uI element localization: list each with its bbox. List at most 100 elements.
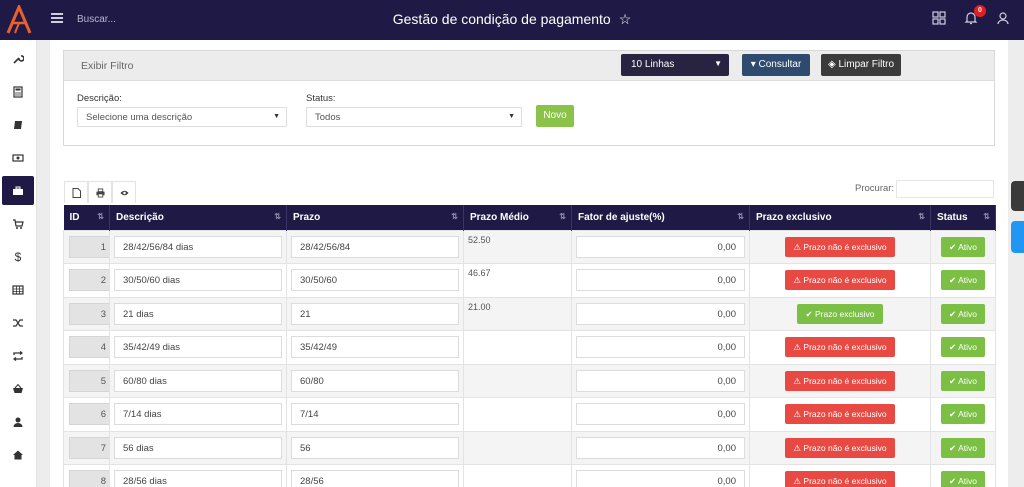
prazo-nao-exclusivo-badge[interactable]: ⚠ Prazo não é exclusivo: [785, 404, 895, 425]
descricao-field[interactable]: 28/42/56/84 dias: [114, 235, 282, 258]
prazo-field[interactable]: 28/56: [291, 470, 459, 487]
descricao-field[interactable]: 60/80 dias: [114, 369, 282, 392]
column-header-id[interactable]: ID ⇅: [63, 205, 110, 230]
prazo-nao-exclusivo-badge[interactable]: ⚠ Prazo não é exclusivo: [785, 437, 895, 458]
top-search-input[interactable]: Buscar...: [77, 14, 116, 25]
sidebar-item-shuffle[interactable]: [0, 308, 36, 337]
column-header-prazo-medio[interactable]: Prazo Médio ⇅: [463, 205, 572, 230]
cell-prazo: 30/50/60: [286, 263, 464, 298]
filter-header: Exibir Filtro 10 Linhas ▼ ▾ Consultar ◈ …: [64, 51, 994, 81]
sidebar-item-table[interactable]: [0, 275, 36, 304]
lines-per-page-select[interactable]: 10 Linhas ▼: [621, 54, 729, 76]
consultar-button[interactable]: ▾ Consultar: [742, 54, 810, 76]
app-logo[interactable]: [0, 0, 37, 40]
prazo-nao-exclusivo-badge[interactable]: ⚠ Prazo não é exclusivo: [785, 370, 895, 391]
sort-icon: ⇅: [918, 212, 925, 221]
column-header-status[interactable]: Status ⇅: [930, 205, 996, 230]
cell-status: ✔ Ativo: [930, 263, 996, 298]
fator-field[interactable]: 0,00: [576, 470, 745, 487]
grid-apps-icon[interactable]: [932, 11, 946, 25]
notification-bell-icon[interactable]: 0: [964, 5, 986, 25]
column-header-descricao[interactable]: Descrição ⇅: [109, 205, 287, 230]
fator-field[interactable]: 0,00: [576, 235, 745, 258]
status-ativo-badge[interactable]: ✔ Ativo: [941, 404, 985, 425]
prazo-field[interactable]: 35/42/49: [291, 336, 459, 359]
fator-field[interactable]: 0,00: [576, 436, 745, 459]
procurar-input[interactable]: [896, 180, 994, 198]
cell-prazo-medio: 52.50: [463, 229, 572, 264]
descricao-field[interactable]: 30/50/60 dias: [114, 269, 282, 292]
favorite-star-icon[interactable]: ☆: [619, 11, 632, 28]
fator-field[interactable]: 0,00: [576, 336, 745, 359]
fator-field[interactable]: 0,00: [576, 403, 745, 426]
prazo-field[interactable]: 56: [291, 436, 459, 459]
sidebar-item-basket[interactable]: [0, 374, 36, 403]
menu-toggle-icon[interactable]: [51, 13, 63, 25]
id-field: 5: [69, 369, 115, 392]
status-ativo-badge[interactable]: ✔ Ativo: [941, 437, 985, 458]
sidebar-item-cart[interactable]: [0, 209, 36, 238]
fator-field[interactable]: 0,00: [576, 269, 745, 292]
column-header-fator[interactable]: Fator de ajuste(%) ⇅: [571, 205, 750, 230]
prazo-nao-exclusivo-badge[interactable]: ⚠ Prazo não é exclusivo: [785, 236, 895, 257]
exclusivo-label: Prazo não é exclusivo: [803, 375, 887, 386]
fator-field[interactable]: 0,00: [576, 369, 745, 392]
prazo-nao-exclusivo-badge[interactable]: ⚠ Prazo não é exclusivo: [785, 337, 895, 358]
sidebar-item-dollar[interactable]: $: [0, 242, 36, 271]
prazo-medio-value: 21.00: [468, 301, 491, 312]
exclusivo-label: Prazo não é exclusivo: [803, 275, 887, 286]
id-field: 8: [69, 470, 115, 487]
prazo-nao-exclusivo-badge[interactable]: ⚠ Prazo não é exclusivo: [785, 471, 895, 487]
sidebar-item-tools[interactable]: [0, 44, 36, 73]
novo-button[interactable]: Novo: [536, 105, 574, 127]
side-panel-tab-dark[interactable]: [1011, 181, 1024, 211]
file-icon: [72, 187, 81, 198]
status-ativo-badge[interactable]: ✔ Ativo: [941, 370, 985, 391]
descricao-field[interactable]: 28/56 dias: [114, 470, 282, 487]
descricao-field[interactable]: 21 dias: [114, 302, 282, 325]
cell-fator: 0,00: [571, 296, 750, 331]
sidebar-item-briefcase[interactable]: [2, 176, 34, 205]
sidebar-item-user[interactable]: [0, 407, 36, 436]
status-ativo-badge[interactable]: ✔ Ativo: [941, 303, 985, 324]
prazo-nao-exclusivo-badge[interactable]: ⚠ Prazo não é exclusivo: [785, 270, 895, 291]
sidebar-item-calculator[interactable]: [0, 77, 36, 106]
status-filter-select[interactable]: Todos ▼: [306, 107, 522, 127]
export-excel-button[interactable]: [64, 181, 88, 203]
sidebar-item-home[interactable]: [0, 440, 36, 469]
sidebar-item-retweet[interactable]: [0, 341, 36, 370]
cell-prazo-medio: [463, 464, 572, 487]
view-columns-button[interactable]: [112, 181, 136, 203]
exclusivo-label: Prazo não é exclusivo: [803, 342, 887, 353]
fator-field[interactable]: 0,00: [576, 302, 745, 325]
column-header-exclusivo[interactable]: Prazo exclusivo ⇅: [749, 205, 931, 230]
user-profile-icon[interactable]: [996, 11, 1010, 25]
table-tools: [64, 181, 136, 203]
sidebar-item-money[interactable]: [0, 143, 36, 172]
main-content: Exibir Filtro 10 Linhas ▼ ▾ Consultar ◈ …: [50, 40, 1008, 487]
prazo-field[interactable]: 21: [291, 302, 459, 325]
descricao-field[interactable]: 7/14 dias: [114, 403, 282, 426]
descricao-field[interactable]: 35/42/49 dias: [114, 336, 282, 359]
cell-status: ✔ Ativo: [930, 229, 996, 264]
id-field: 7: [69, 436, 115, 459]
prazo-exclusivo-badge[interactable]: ✔ Prazo exclusivo: [797, 303, 883, 324]
status-ativo-badge[interactable]: ✔ Ativo: [941, 337, 985, 358]
show-filter-toggle[interactable]: Exibir Filtro: [81, 60, 134, 72]
print-button[interactable]: [88, 181, 112, 203]
status-ativo-badge[interactable]: ✔ Ativo: [941, 471, 985, 487]
prazo-field[interactable]: 7/14: [291, 403, 459, 426]
sidebar-item-book[interactable]: [0, 110, 36, 139]
prazo-field[interactable]: 30/50/60: [291, 269, 459, 292]
prazo-field[interactable]: 60/80: [291, 369, 459, 392]
status-ativo-badge[interactable]: ✔ Ativo: [941, 236, 985, 257]
prazo-field[interactable]: 28/42/56/84: [291, 235, 459, 258]
limpar-filtro-button[interactable]: ◈ Limpar Filtro: [821, 54, 901, 76]
descricao-filter-select[interactable]: Selecione uma descrição ▼: [77, 107, 287, 127]
column-header-prazo[interactable]: Prazo ⇅: [286, 205, 464, 230]
status-ativo-badge[interactable]: ✔ Ativo: [941, 270, 985, 291]
exclusivo-label: Prazo exclusivo: [814, 308, 875, 319]
descricao-field[interactable]: 56 dias: [114, 436, 282, 459]
side-panel-tab-blue[interactable]: [1011, 221, 1024, 253]
exclusivo-label: Prazo não é exclusivo: [803, 409, 887, 420]
